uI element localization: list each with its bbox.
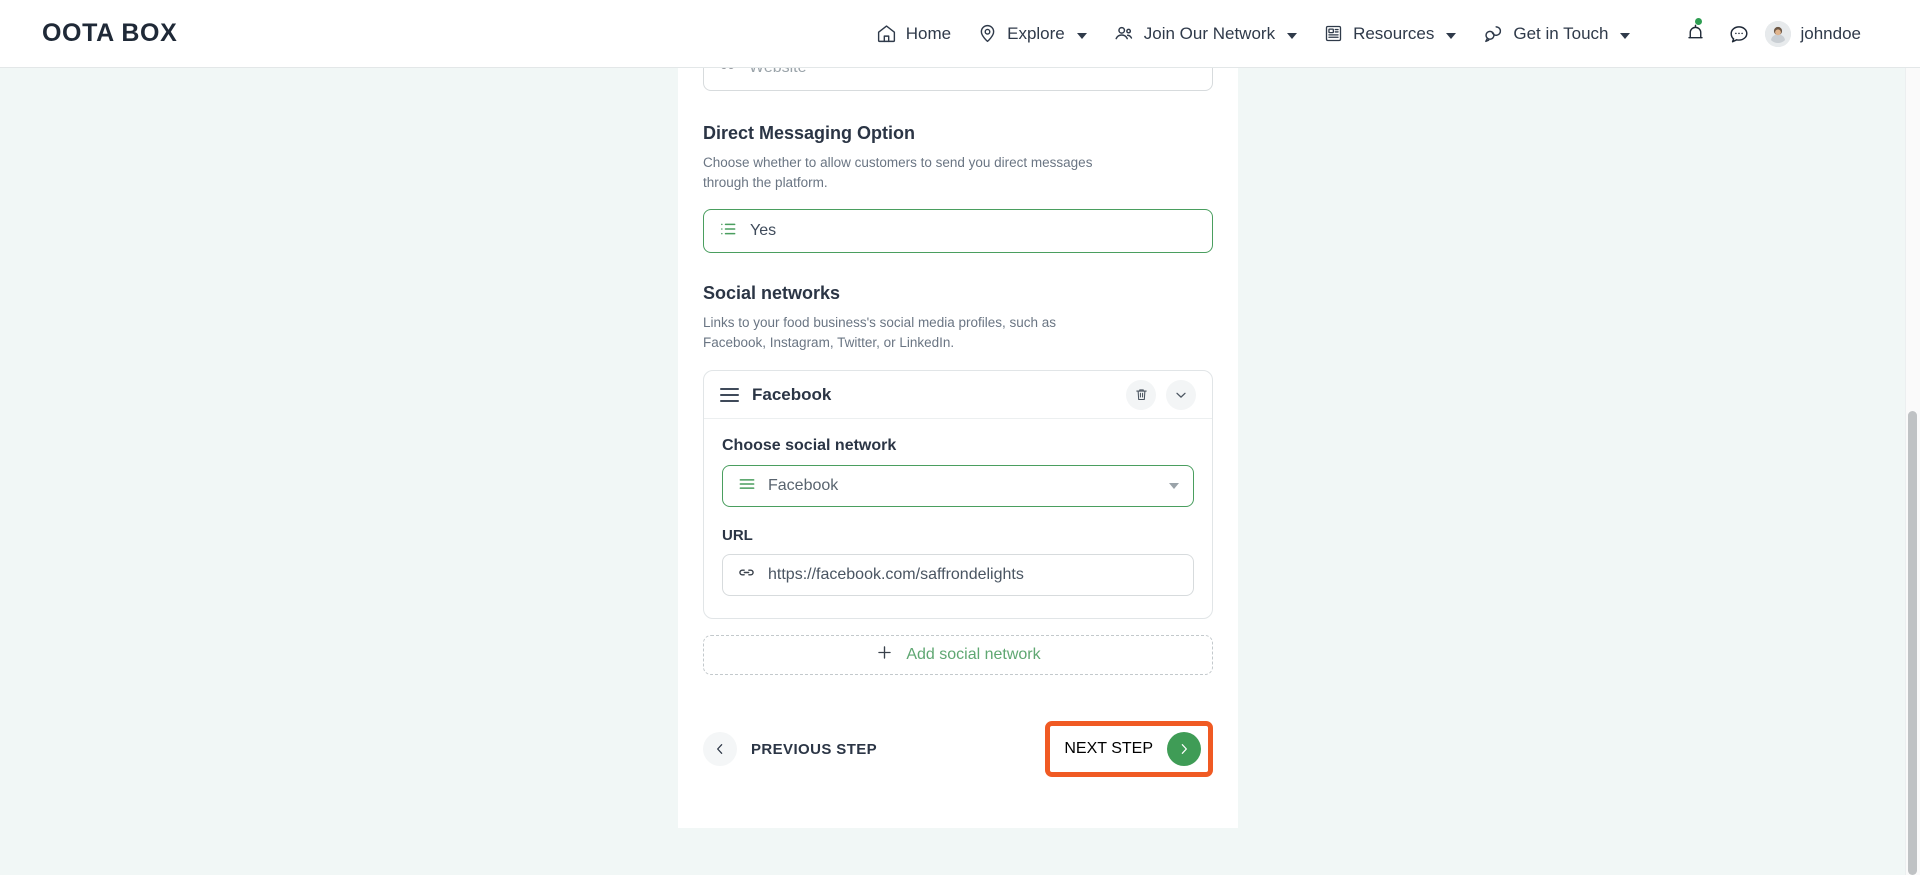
social-network-card-header[interactable]: Facebook: [704, 371, 1212, 420]
direct-messaging-select[interactable]: Yes: [703, 209, 1213, 254]
onboarding-form-card: Website Direct Messaging Option Choose w…: [678, 45, 1238, 828]
url-label: URL: [722, 527, 753, 545]
social-networks-title: Social networks: [703, 283, 841, 304]
chevron-down-icon: [1446, 32, 1457, 39]
nav-item-resources[interactable]: Resources: [1310, 17, 1469, 50]
page-body: Website Direct Messaging Option Choose w…: [0, 45, 1920, 875]
collapse-social-network-button[interactable]: [1166, 379, 1196, 410]
chevron-down-icon: [1169, 483, 1179, 490]
page-scrollbar-track[interactable]: [1905, 68, 1920, 875]
bell-icon: [1688, 24, 1703, 39]
home-icon: [876, 23, 897, 44]
next-step-button[interactable]: NEXT STEP: [1045, 721, 1213, 778]
page-scrollbar-thumb[interactable]: [1908, 411, 1917, 875]
direct-messaging-value: Yes: [750, 222, 777, 240]
user-menu[interactable]: johndoe: [1761, 17, 1878, 51]
social-network-url-input[interactable]: https://facebook.com/saffrondelights: [722, 554, 1194, 597]
drag-handle-icon[interactable]: [720, 387, 739, 402]
direct-messaging-description: Choose whether to allow customers to sen…: [703, 155, 1093, 190]
add-social-network-label: Add social network: [906, 646, 1041, 664]
social-network-card-body: Choose social network Facebook URL https…: [704, 419, 1212, 618]
notifications-button[interactable]: [1673, 12, 1717, 56]
choose-social-network-label: Choose social network: [722, 437, 897, 455]
link-icon: [737, 563, 756, 587]
trash-icon: [1135, 389, 1147, 401]
delete-social-network-button[interactable]: [1126, 379, 1156, 410]
social-networks-description: Links to your food business's social med…: [703, 315, 1057, 350]
message-bubble-icon: [1730, 25, 1749, 42]
social-network-url-value: https://facebook.com/saffrondelights: [768, 566, 1024, 584]
nav-item-home[interactable]: Home: [863, 17, 964, 50]
location-pin-icon: [977, 23, 998, 44]
chevron-right-icon: [1167, 732, 1201, 767]
nav-label-get-in-touch: Get in Touch: [1513, 23, 1609, 43]
previous-step-button[interactable]: PREVIOUS STEP: [703, 732, 878, 767]
add-social-network-button[interactable]: Add social network: [703, 635, 1213, 676]
choose-social-network-value: Facebook: [768, 477, 839, 495]
top-navbar: OOTA BOX Home Explore Join Our Network R…: [0, 0, 1920, 68]
chevron-down-icon: [1176, 392, 1186, 398]
chevron-down-icon: [1076, 32, 1087, 39]
nav-item-join-our-network[interactable]: Join Our Network: [1100, 17, 1310, 51]
nav-label-home: Home: [905, 23, 952, 43]
nav-label-resources: Resources: [1353, 23, 1435, 43]
nav-label-explore: Explore: [1007, 23, 1065, 43]
chat-bubbles-icon: [1482, 23, 1504, 45]
messages-button[interactable]: [1717, 12, 1761, 56]
avatar-icon: [1765, 20, 1792, 47]
main-navigation: Home Explore Join Our Network Resources …: [863, 17, 1644, 51]
nav-label-join-our-network: Join Our Network: [1143, 23, 1276, 43]
social-network-card-title: Facebook: [752, 384, 832, 404]
choose-social-network-select[interactable]: Facebook: [722, 465, 1194, 508]
direct-messaging-title: Direct Messaging Option: [703, 123, 916, 143]
username-label: johndoe: [1800, 23, 1861, 43]
chevron-left-icon: [703, 732, 737, 767]
article-icon: [1323, 23, 1344, 44]
people-icon: [1113, 23, 1135, 45]
form-footer: PREVIOUS STEP NEXT STEP: [703, 721, 1213, 807]
nav-item-explore[interactable]: Explore: [964, 17, 1100, 50]
nav-item-get-in-touch[interactable]: Get in Touch: [1469, 17, 1643, 51]
next-step-label: NEXT STEP: [1064, 740, 1153, 758]
navbar-right-actions: johndoe: [1673, 12, 1878, 56]
list-icon: [737, 474, 757, 499]
previous-step-label: PREVIOUS STEP: [751, 740, 878, 758]
plus-icon: [875, 643, 894, 667]
chevron-down-icon: [1287, 32, 1298, 39]
chevron-down-icon: [1620, 32, 1631, 39]
list-icon: [718, 219, 738, 244]
social-network-card: Facebook Choose social network Facebook …: [703, 370, 1213, 620]
brand-logo[interactable]: OOTA BOX: [42, 19, 177, 48]
